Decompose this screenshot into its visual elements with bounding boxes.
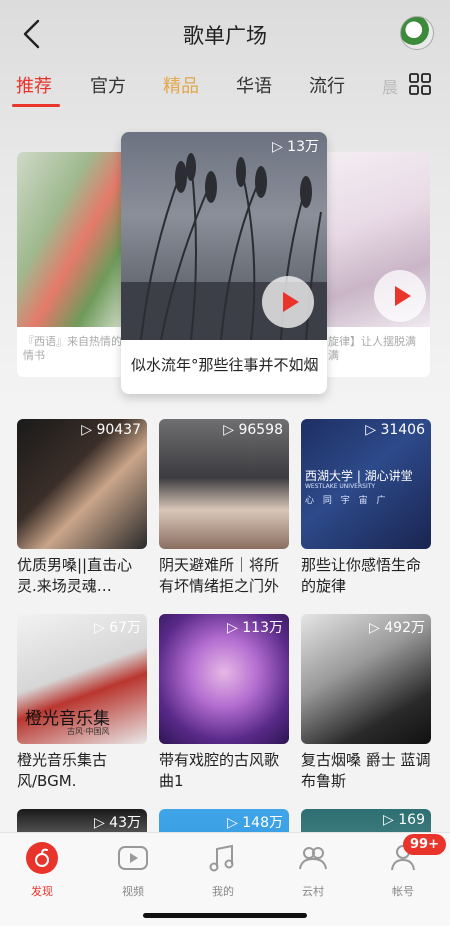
music-note-icon [209, 844, 234, 872]
category-grid-icon[interactable] [408, 72, 432, 96]
carousel-center-caption: 似水流年°那些往事并不如烟 [131, 356, 319, 374]
play-count: ▷ 148万 [227, 815, 283, 831]
page-title: 歌单广场 [183, 24, 267, 48]
westlake-cover-subtext: WESTLAKE UNIVERSITY [305, 483, 376, 490]
playlist-card[interactable]: ▷ 67万 橙光音乐集 古风·中国风 橙光音乐集古风/BGM. [17, 614, 147, 792]
tab-official[interactable]: 官方 [90, 72, 126, 98]
video-icon [118, 846, 148, 870]
tabbar-community[interactable]: 云村 [283, 841, 343, 899]
tabbar-label: 发现 [31, 885, 53, 898]
tab-more-faded[interactable]: 晨 [382, 74, 398, 98]
carousel-right-cover [318, 152, 430, 327]
playlist-title: 优质男嗓||直击心灵.来场灵魂… [17, 556, 133, 595]
home-indicator[interactable] [143, 913, 307, 918]
carousel-center-play-count: ▷ 13万 [271, 139, 319, 155]
playlist-card[interactable]: ▷ 113万 带有戏腔的古风歌曲1 [159, 614, 289, 792]
westlake-cover-text: 西湖大学 | 湖心讲堂 [305, 469, 413, 483]
playlist-title: 带有戏腔的古风歌曲1 [159, 751, 280, 790]
play-count: ▷ 113万 [227, 620, 283, 636]
carousel-card-left[interactable]: 『西语』来自热情的情书 [17, 152, 129, 377]
carousel-right-play-icon[interactable] [374, 270, 426, 322]
tabbar-label: 我的 [212, 885, 234, 898]
play-count: ▷ 43万 [93, 815, 141, 831]
tab-recommend[interactable]: 推荐 [16, 72, 52, 98]
category-tabs: 推荐 官方 精品 华语 流行 晨 [0, 66, 450, 110]
tabbar-label: 视频 [122, 885, 144, 898]
carousel-card-center[interactable]: ▷ 13万 似水流年°那些往事并不如烟 [121, 132, 327, 394]
playlist-cover: ▷ 96598 [159, 419, 289, 549]
carousel-left-cover [17, 152, 129, 327]
tabbar-video[interactable]: 视频 [103, 841, 163, 899]
carousel-card-right[interactable]: 旋律】让人摆脱满满 [318, 152, 430, 377]
playlist-title: 那些让你感悟生命的旋律 [301, 556, 422, 595]
tabbar-mine[interactable]: 我的 [193, 841, 253, 899]
tabbar-discover[interactable]: 发现 [12, 841, 72, 899]
tabbar-label: 帐号 [392, 885, 414, 898]
carousel-right-caption: 旋律】让人摆脱满满 [328, 335, 416, 362]
play-count: ▷ 96598 [223, 422, 283, 438]
playlist-cover: ▷ 113万 [159, 614, 289, 744]
playlist-card[interactable]: ▷ 31406 西湖大学 | 湖心讲堂 WESTLAKE UNIVERSITY … [301, 419, 431, 597]
notification-badge: 99+ [403, 834, 446, 855]
playlist-cover: ▷ 67万 橙光音乐集 古风·中国风 [17, 614, 147, 744]
playlist-title: 阴天避难所｜将所有坏情绪拒之门外 [159, 556, 280, 595]
header: 歌单广场 [0, 14, 450, 54]
playlist-card[interactable]: ▷ 90437 优质男嗓||直击心灵.来场灵魂… [17, 419, 147, 597]
play-count: ▷ 169 [383, 812, 425, 828]
play-count: ▷ 90437 [81, 422, 141, 438]
tab-premium[interactable]: 精品 [163, 72, 199, 98]
playlist-title: 复古烟嗓 爵士 蓝调布鲁斯 [301, 751, 431, 790]
playlist-title: 橙光音乐集古风/BGM. [17, 751, 108, 790]
carousel-left-caption: 『西语』来自热情的情书 [23, 335, 122, 362]
discover-icon [26, 842, 58, 874]
westlake-cover-tagline: 心 同 宇 宙 广 [305, 496, 389, 506]
play-count: ▷ 492万 [369, 620, 425, 636]
carousel-center-cover: ▷ 13万 [121, 132, 327, 340]
user-avatar[interactable] [400, 16, 434, 50]
playlist-cover: ▷ 90437 [17, 419, 147, 549]
tab-chinese[interactable]: 华语 [236, 72, 272, 98]
play-count: ▷ 31406 [365, 422, 425, 438]
bottom-tab-bar: 发现 视频 我的 云村 帐号 [0, 832, 450, 926]
playlist-cover: ▷ 31406 西湖大学 | 湖心讲堂 WESTLAKE UNIVERSITY … [301, 419, 431, 549]
tab-pop[interactable]: 流行 [309, 72, 345, 98]
playlist-card[interactable]: ▷ 96598 阴天避难所｜将所有坏情绪拒之门外 [159, 419, 289, 597]
tabbar-label: 云村 [302, 885, 324, 898]
play-icon[interactable] [262, 276, 314, 328]
playlist-card[interactable]: ▷ 492万 复古烟嗓 爵士 蓝调布鲁斯 [301, 614, 431, 792]
community-icon [299, 847, 327, 870]
playlist-cover: ▷ 492万 [301, 614, 431, 744]
orange-cover-subtitle: 古风·中国风 [67, 727, 110, 736]
play-count: ▷ 67万 [93, 620, 141, 636]
active-tab-indicator [12, 104, 60, 107]
